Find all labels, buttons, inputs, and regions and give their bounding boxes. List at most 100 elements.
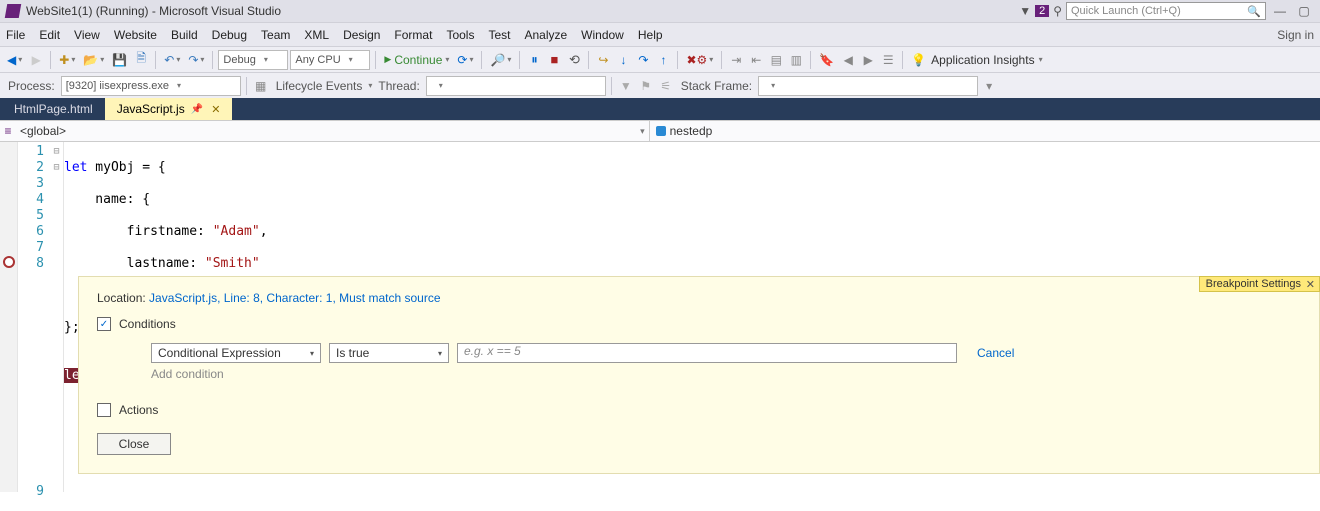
menu-view[interactable]: View — [74, 28, 100, 42]
pin-icon[interactable]: 📌 — [191, 104, 203, 115]
maximize-button[interactable]: ▢ — [1294, 4, 1314, 18]
comment-button[interactable]: ▤ — [767, 50, 785, 70]
restart-button[interactable]: ⟲ — [565, 50, 583, 70]
menu-format[interactable]: Format — [394, 28, 432, 42]
step-into-button[interactable]: ↓ — [614, 50, 632, 70]
breakpoint-location: Location: JavaScript.js, Line: 8, Charac… — [97, 291, 1301, 305]
stack-frame-combo[interactable] — [758, 76, 978, 96]
close-button[interactable]: Close — [97, 433, 171, 455]
browse-button[interactable]: 🔎 — [487, 50, 514, 70]
redo-button[interactable]: ↷ — [185, 50, 207, 70]
process-combo[interactable]: [9320] iisexpress.exe — [61, 76, 241, 96]
vs-logo-icon — [5, 4, 21, 18]
menu-bar: File Edit View Website Build Debug Team … — [0, 22, 1320, 46]
quick-launch-input[interactable]: Quick Launch (Ctrl+Q) 🔍 — [1066, 2, 1266, 20]
bookmark-next-button[interactable]: ▶ — [859, 50, 877, 70]
menu-test[interactable]: Test — [488, 28, 510, 42]
debug-location-toolbar: Process: [9320] iisexpress.exe ▦ Lifecyc… — [0, 72, 1320, 98]
breakpoint-location-link[interactable]: JavaScript.js, Line: 8, Character: 1, Mu… — [149, 291, 440, 305]
open-button[interactable]: 📂 — [80, 50, 107, 70]
actions-label: Actions — [119, 403, 158, 417]
save-all-button[interactable]: 🗎 — [132, 50, 150, 70]
tab-htmlpage[interactable]: HtmlPage.html — [2, 98, 105, 120]
thread-combo[interactable] — [426, 76, 606, 96]
menu-file[interactable]: File — [6, 28, 25, 42]
minimize-button[interactable]: — — [1270, 4, 1290, 18]
step-over-button[interactable]: ↷ — [634, 50, 652, 70]
menu-analyze[interactable]: Analyze — [524, 28, 567, 42]
pause-button[interactable]: ⏸ — [525, 50, 543, 70]
outdent-button[interactable]: ⇤ — [747, 50, 765, 70]
exception-settings-button[interactable]: ✖⚙ — [683, 50, 716, 70]
stack-dropdown-button[interactable]: ▾ — [980, 76, 998, 96]
platform-combo[interactable]: Any CPU — [290, 50, 370, 70]
quick-launch-placeholder: Quick Launch (Ctrl+Q) — [1071, 5, 1181, 17]
scope-icon: ≡ — [0, 124, 16, 138]
lifecycle-icon[interactable]: ▦ — [252, 76, 270, 96]
show-next-stmt-button[interactable]: ↪ — [594, 50, 612, 70]
save-button[interactable]: 💾 — [109, 50, 130, 70]
breakpoint-margin[interactable] — [0, 142, 18, 492]
menu-edit[interactable]: Edit — [39, 28, 60, 42]
continue-button[interactable]: Continue ▾ — [381, 50, 452, 70]
menu-website[interactable]: Website — [114, 28, 157, 42]
code-editor[interactable]: 12345678 9 ⊟⊟ let myObj = { name: { firs… — [0, 142, 1320, 492]
menu-tools[interactable]: Tools — [446, 28, 474, 42]
cancel-condition-link[interactable]: Cancel — [977, 346, 1014, 360]
thread-freeze-button[interactable]: ⚟ — [657, 76, 675, 96]
menu-xml[interactable]: XML — [304, 28, 329, 42]
tab-javascript[interactable]: JavaScript.js 📌 ✕ — [105, 98, 233, 120]
step-out-button[interactable]: ↑ — [654, 50, 672, 70]
menu-window[interactable]: Window — [581, 28, 624, 42]
insights-bulb-icon: 💡 — [908, 50, 929, 70]
menu-design[interactable]: Design — [343, 28, 380, 42]
breakpoint-glyph[interactable] — [3, 256, 15, 268]
undo-button[interactable]: ↶ — [161, 50, 183, 70]
new-file-button[interactable]: ✚ — [56, 50, 78, 70]
actions-checkbox[interactable] — [97, 403, 111, 417]
line-number-gutter: 12345678 9 — [18, 142, 50, 492]
member-icon — [656, 126, 666, 136]
add-condition-link[interactable]: Add condition — [151, 367, 1301, 381]
condition-op-combo[interactable]: Is true — [329, 343, 449, 363]
filter-flag-icon[interactable]: ▼ — [1019, 4, 1031, 18]
main-toolbar: ◀ ▶ ✚ 📂 💾 🗎 ↶ ↷ Debug Any CPU Continue ▾… — [0, 46, 1320, 72]
window-title: WebSite1(1) (Running) - Microsoft Visual… — [26, 4, 281, 18]
member-combo[interactable]: nestedp — [650, 124, 1320, 138]
close-tab-icon[interactable]: ✕ — [211, 103, 220, 116]
conditions-checkbox[interactable]: ✓ — [97, 317, 111, 331]
nav-fwd-button[interactable]: ▶ — [27, 50, 45, 70]
menu-help[interactable]: Help — [638, 28, 663, 42]
notification-badge[interactable]: 2 — [1035, 5, 1049, 17]
menu-debug[interactable]: Debug — [212, 28, 247, 42]
menu-team[interactable]: Team — [261, 28, 290, 42]
indent-button[interactable]: ⇥ — [727, 50, 745, 70]
title-bar: WebSite1(1) (Running) - Microsoft Visual… — [0, 0, 1320, 22]
bookmark-list-button[interactable]: ☰ — [879, 50, 897, 70]
uncomment-button[interactable]: ▥ — [787, 50, 805, 70]
breakpoint-settings-panel: Breakpoint Settings✕ Location: JavaScrip… — [78, 276, 1320, 474]
sign-in-link[interactable]: Sign in — [1277, 28, 1314, 42]
navigation-bar: ≡ <global>▾ nestedp — [0, 120, 1320, 142]
feedback-icon[interactable]: ⚲ — [1053, 4, 1062, 18]
config-combo[interactable]: Debug — [218, 50, 288, 70]
close-panel-icon[interactable]: ✕ — [1306, 278, 1315, 291]
bookmark-prev-button[interactable]: ◀ — [839, 50, 857, 70]
lifecycle-label[interactable]: Lifecycle Events — [272, 79, 367, 93]
menu-build[interactable]: Build — [171, 28, 198, 42]
insights-label[interactable]: Application Insights — [931, 53, 1034, 67]
stop-button[interactable]: ■ — [545, 50, 563, 70]
document-tabstrip: HtmlPage.html JavaScript.js 📌 ✕ — [0, 98, 1320, 120]
condition-expression-input[interactable]: e.g. x == 5 — [457, 343, 957, 363]
search-icon: 🔍 — [1247, 5, 1261, 18]
refresh-button[interactable]: ⟳ — [454, 50, 476, 70]
nav-back-button[interactable]: ◀ — [4, 50, 25, 70]
thread-flag-button[interactable]: ▼ — [617, 76, 635, 96]
outlining-margin[interactable]: ⊟⊟ — [50, 142, 64, 492]
bookmark-button[interactable]: 🔖 — [816, 50, 837, 70]
condition-type-combo[interactable]: Conditional Expression — [151, 343, 321, 363]
thread-filter-button[interactable]: ⚑ — [637, 76, 655, 96]
stack-frame-label: Stack Frame: — [677, 79, 756, 93]
thread-label: Thread: — [374, 79, 423, 93]
scope-combo[interactable]: <global>▾ — [16, 121, 650, 141]
